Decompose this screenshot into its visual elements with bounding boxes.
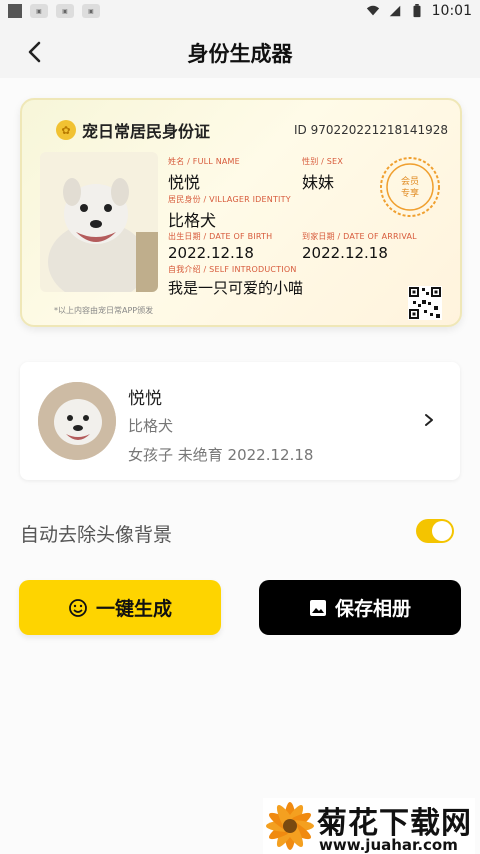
auto-remove-bg-label: 自动去除头像背景 (20, 524, 173, 546)
wifi-icon (366, 5, 379, 16)
profile-name: 悦悦 (128, 389, 162, 409)
flower-logo-icon (266, 802, 314, 850)
pet-profile-card[interactable]: 悦悦 比格犬 女孩子 未绝育 2022.12.18 (20, 362, 460, 480)
app-badge-icon: ▣ (56, 4, 74, 18)
status-right: 10:01 (366, 3, 472, 19)
identity-value: 比格犬 (168, 211, 217, 230)
sex-label: 性别 / SEX (302, 157, 343, 166)
identity-field: 居民身份 / VILLAGER IDENTITY 比格犬 (168, 194, 291, 231)
main-content: ✿ 宠日常居民身份证 ID 970220221218141928 姓名 / FU (0, 78, 480, 854)
seal-text-top: 会员 (401, 175, 419, 187)
auto-remove-bg-toggle[interactable] (416, 519, 454, 543)
arrival-field: 到家日期 / DATE OF ARRIVAL 2022.12.18 (302, 231, 417, 262)
app-bar: 身份生成器 (0, 24, 480, 78)
image-icon (309, 599, 326, 616)
watermark-url: www.juahar.com (319, 836, 458, 854)
battery-icon (413, 4, 421, 18)
sex-value: 妹妹 (302, 173, 335, 192)
id-card-preview: ✿ 宠日常居民身份证 ID 970220221218141928 姓名 / FU (20, 98, 462, 327)
card-header: ✿ 宠日常居民身份证 (56, 118, 210, 142)
sex-field: 性别 / SEX 妹妹 (302, 156, 343, 193)
seal-text-bottom: 专享 (401, 187, 419, 199)
avatar (38, 382, 116, 460)
dog-photo-icon (40, 152, 158, 292)
notification-icon (8, 4, 22, 18)
birth-value: 2022.12.18 (168, 244, 254, 262)
intro-label: 自我介绍 / SELF INTRODUCTION (168, 265, 297, 274)
status-bar: ▣ ▣ ▣ 10:01 (0, 0, 480, 24)
generate-label: 一键生成 (95, 598, 172, 620)
card-id: ID 970220221218141928 (294, 123, 448, 137)
arrival-label: 到家日期 / DATE OF ARRIVAL (302, 232, 417, 241)
signal-icon (389, 5, 400, 17)
save-label: 保存相册 (334, 598, 411, 620)
smile-icon (69, 598, 87, 617)
emblem-icon: ✿ (56, 120, 76, 140)
app-badge-icon: ▣ (82, 4, 100, 18)
pet-photo (40, 152, 158, 292)
clock-text: 10:01 (431, 3, 472, 19)
intro-field: 自我介绍 / SELF INTRODUCTION 我是一只可爱的小喵 (168, 264, 303, 298)
card-footnote: *以上内容由宠日常APP颁发 (54, 306, 154, 315)
page-title: 身份生成器 (187, 42, 293, 66)
arrival-value: 2022.12.18 (302, 244, 388, 262)
identity-label: 居民身份 / VILLAGER IDENTITY (168, 195, 291, 204)
site-watermark: 菊花下载网 www.juahar.com (263, 798, 475, 854)
chevron-right-icon[interactable] (422, 413, 436, 427)
name-value: 悦悦 (168, 173, 201, 192)
member-seal-icon: 会员 专享 (380, 157, 440, 217)
id-label: ID (293, 123, 307, 137)
birth-field: 出生日期 / DATE OF BIRTH 2022.12.18 (168, 231, 272, 262)
qr-code-icon (408, 286, 442, 320)
generate-button[interactable]: 一键生成 (19, 580, 221, 635)
status-left: ▣ ▣ ▣ (8, 4, 100, 18)
name-field: 姓名 / FULL NAME 悦悦 (168, 156, 240, 193)
save-to-album-button[interactable]: 保存相册 (259, 580, 461, 635)
dog-avatar-icon (38, 382, 116, 460)
name-label: 姓名 / FULL NAME (168, 157, 240, 166)
id-number: 970220221218141928 (310, 123, 448, 137)
profile-meta: 女孩子 未绝育 2022.12.18 (128, 446, 314, 464)
toggle-knob (432, 521, 452, 541)
profile-breed: 比格犬 (128, 417, 174, 435)
app-badge-icon: ▣ (30, 4, 48, 18)
card-title: 宠日常居民身份证 (82, 122, 211, 141)
birth-label: 出生日期 / DATE OF BIRTH (168, 232, 273, 241)
auto-remove-bg-row: 自动去除头像背景 (20, 518, 460, 548)
intro-value: 我是一只可爱的小喵 (168, 279, 304, 297)
